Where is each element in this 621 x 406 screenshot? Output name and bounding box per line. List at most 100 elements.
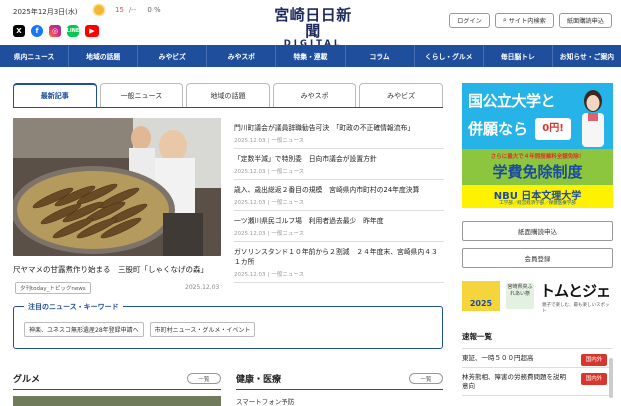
article-title[interactable]: 「定数半減」で特別委 日向市議会が設置方針 [234,154,444,164]
breaking-news-title: 速報一覧 [462,331,613,349]
nav-item[interactable]: 地域の話題 [69,45,139,67]
article-meta: 2025.12.03 | 一般ニュース [234,138,305,144]
article-date: 2025.12.03 [234,200,266,206]
paper-subscribe-button[interactable]: 紙面購読申込 [462,221,613,241]
breaking-headline[interactable]: 林芳熊相、障害の労務費問題を説明意向 [462,373,566,390]
line-icon[interactable]: LINE [67,25,79,37]
university-ad[interactable]: 国公立大学と 併願なら 0円! さらに最大で４年間授業料全額免除！ 学費免除制度… [462,83,613,208]
list-item[interactable]: 「定数半減」で特別委 日向市議会が設置方針 2025.12.03 | 一般ニュース [234,149,444,180]
article-tabs: 最新記事 一般ニュース 地域の話題 みやスポ みやビズ [13,83,443,107]
ad-headline-1: 国公立大学と [468,92,556,110]
ad2-title: トムとジェ [540,282,611,300]
tab-sports[interactable]: みやスポ [272,83,357,107]
subscribe-button[interactable]: 紙面購読申込 [558,13,612,28]
ad2-subtitle: 親子で楽しむ、最も楽しいスポット [542,303,610,314]
tab-business[interactable]: みやビズ [359,83,443,107]
list-item[interactable]: 東証、一時５００円超高 国内外 [462,349,613,368]
category-badge: 国内外 [581,354,607,366]
gourmet-photo[interactable] [13,396,221,406]
tab-latest[interactable]: 最新記事 [13,83,97,107]
article-meta: 2025.12.03 | 一般ニュース [234,200,305,206]
tab-local[interactable]: 地域の話題 [186,83,270,107]
nav-item[interactable]: コラム [346,45,415,67]
logo-main: 宮崎日日新聞 [274,6,352,40]
list-item[interactable]: 門川町議会が議員辞職勧告可決 「町政の不正確情報流布」 2025.12.03 | 一… [234,118,444,149]
article-list: 門川町議会が議員辞職勧告可決 「町政の不正確情報流布」 2025.12.03 | 一… [234,118,444,283]
health-section-header: 健康・医療 一覧 [236,370,443,390]
facebook-icon[interactable]: f [31,25,43,37]
section-title: グルメ [13,375,41,385]
site-search-label: サイト内検索 [508,18,546,25]
ad-headline-2: 併願なら [468,120,529,138]
ad-person-illustration [582,90,604,147]
global-nav: 県内ニュース 地域の話題 みやビズ みやスポ 特集・連載 コラム くらし・グルメ… [0,45,621,67]
ad-subline: さらに最大で４年間授業料全額免除！ [490,154,585,160]
x-icon[interactable]: X [13,25,25,37]
feature-photo[interactable] [13,118,221,256]
article-category: 一般ニュース [271,138,305,144]
article-meta: 2025.12.03 | 一般ニュース [234,272,305,278]
tab-general[interactable]: 一般ニュース [99,83,184,107]
article-date: 2025.12.03 [234,138,266,144]
article-meta: 2025.12.03 | 一般ニュース [234,231,305,237]
weather-widget: 15 /-- 0 % [94,5,161,15]
event-ad[interactable]: 2025 宮崎県央ふれあい祭 トムとジェ 親子で楽しむ、最も楽しいスポット [462,275,613,315]
nav-item[interactable]: みやスポ [207,45,277,67]
keyword-chip[interactable]: 神楽、ユネスコ無形遺産28年登録申請へ [24,322,144,337]
article-category: 一般ニュース [271,272,305,278]
ad-middle: さらに最大で４年間授業料全額免除！ 学費免除制度 [462,149,613,185]
article-date: 2025.12.03 [234,231,266,237]
ad-top: 国公立大学と 併願なら 0円! [462,83,613,149]
temp-high: 15 [115,6,124,14]
breaking-news-scrollbar[interactable] [609,358,613,398]
ad2-year: 2025 [462,281,500,311]
category-badge: 国内外 [581,373,607,385]
member-register-button[interactable]: 会員登録 [462,248,613,268]
nav-item[interactable]: お知らせ・ご案内 [553,45,621,67]
ad-bottom: NBU 日本文理大学 工学部／経営経済学部／保健医療学部 [462,185,613,208]
article-title[interactable]: 一ツ瀬川県民ゴルフ場 利用者過去最少 昨年度 [234,216,444,226]
article-category: 一般ニュース [271,169,305,175]
sun-icon [94,5,104,15]
article-title[interactable]: ガソリンスタンド１０年前から２割減 ２４年度末、宮崎県内４３１カ所 [234,247,444,267]
current-date: 2025年12月3日(水) [13,8,78,16]
site-logo[interactable]: 宮崎日日新聞 DIGITAL [268,7,358,50]
list-item[interactable]: 林芳熊相、障害の労務費問題を説明意向 国内外 [462,368,613,396]
ad-price-badge: 0円! [535,118,571,140]
breaking-headline[interactable]: 東証、一時５００円超高 [462,354,534,362]
feature-photo-graphic [13,118,221,256]
nav-item[interactable]: くらし・グルメ [415,45,484,67]
temp-low: /-- [128,6,137,14]
nav-item[interactable]: みやビズ [138,45,208,67]
article-date: 2025.12.03 [234,169,266,175]
nav-item[interactable]: 毎日脳トレ [484,45,553,67]
keyword-chip[interactable]: 市町村ニュース・グルメ・イベント [149,322,256,337]
feature-date: 2025.12.03 [185,284,220,291]
article-category: 一般ニュース [271,200,305,206]
ad-scholarship-text: 学費免除制度 [492,163,583,181]
tab-underline [13,107,443,108]
search-icon: ⌕ [502,16,507,24]
feature-tag[interactable]: 夕刊today_トピックnews [15,282,91,294]
list-item[interactable]: 歳入、歳出総返２番目の規模 宮崎県内市町村の24年度決算 2025.12.03 |… [234,180,444,211]
feature-headline[interactable]: 尺ヤマメの甘露煮作り始まる 三股町「しゃくなげの森」 [13,264,221,275]
instagram-icon[interactable]: ◎ [49,25,61,37]
article-category: 一般ニュース [271,231,305,237]
health-more-button[interactable]: 一覧 [409,373,443,384]
health-article-title[interactable]: スマートフォン予防 [236,396,294,406]
article-title[interactable]: 門川町議会が議員辞職勧告可決 「町政の不正確情報流布」 [234,123,444,133]
top-bar: 2025年12月3日(水) 15 /-- 0 % X f ◎ LINE ▶ 宮崎… [0,0,621,49]
article-date: 2025.12.03 [234,272,266,278]
nav-item[interactable]: 特集・連載 [276,45,346,67]
login-button[interactable]: ログイン [449,13,490,28]
keywords-box: 注目のニュース・キーワード 神楽、ユネスコ無形遺産28年登録申請へ 市町村ニュー… [13,302,443,349]
youtube-icon[interactable]: ▶ [85,25,99,37]
list-item[interactable]: 一ツ瀬川県民ゴルフ場 利用者過去最少 昨年度 2025.12.03 | 一般ニュース [234,211,444,242]
nav-item[interactable]: 県内ニュース [0,45,70,67]
article-title[interactable]: 歳入、歳出総返２番目の規模 宮崎県内市町村の24年度決算 [234,185,444,195]
list-item[interactable]: ガソリンスタンド１０年前から２割減 ２４年度末、宮崎県内４３１カ所 2025.1… [234,242,444,283]
gourmet-more-button[interactable]: 一覧 [187,373,221,384]
gourmet-section-header: グルメ 一覧 [13,370,221,390]
site-search-button[interactable]: ⌕ サイト内検索 [494,13,554,28]
article-meta: 2025.12.03 | 一般ニュース [234,169,305,175]
